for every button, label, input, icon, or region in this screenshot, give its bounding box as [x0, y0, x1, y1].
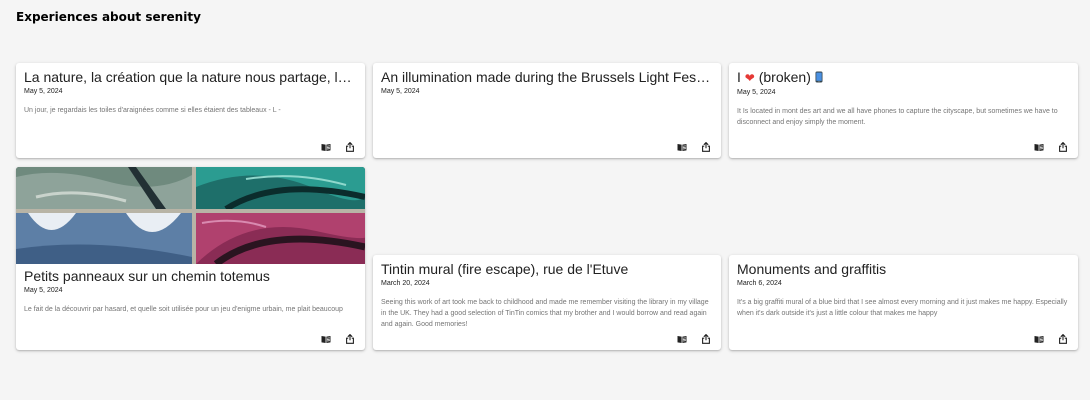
card-date: March 20, 2024 [381, 280, 430, 287]
experience-card[interactable]: La nature, la création que la nature nou… [16, 63, 365, 158]
book-icon[interactable] [677, 142, 687, 152]
share-icon[interactable] [1058, 334, 1068, 344]
card-title[interactable]: La nature, la création que la nature nou… [24, 69, 357, 86]
card-date: May 5, 2024 [24, 287, 63, 294]
share-icon[interactable] [1058, 142, 1068, 152]
card-image[interactable] [16, 167, 365, 264]
share-icon[interactable] [701, 334, 711, 344]
experience-card[interactable]: An illumination made during the Brussels… [373, 63, 721, 158]
card-date: May 5, 2024 [381, 88, 420, 95]
card-actions [677, 142, 711, 152]
card-description: It Is located in mont des art and we all… [737, 108, 1058, 126]
card-title[interactable]: Monuments and graffitis [737, 261, 1070, 278]
book-icon[interactable] [1034, 334, 1044, 344]
title-suffix: (broken) [758, 69, 811, 85]
title-prefix: I [737, 69, 741, 85]
experience-card[interactable]: Tintin mural (fire escape), rue de l'Etu… [373, 255, 721, 350]
share-icon[interactable] [701, 142, 711, 152]
experience-card[interactable]: Monuments and graffitis March 6, 2024 It… [729, 255, 1078, 350]
card-actions [321, 142, 355, 152]
book-icon[interactable] [321, 334, 331, 344]
card-description: Seeing this work of art took me back to … [381, 299, 709, 328]
card-actions [1034, 142, 1068, 152]
card-title[interactable]: Petits panneaux sur un chemin totemus [24, 268, 357, 285]
card-title[interactable]: Tintin mural (fire escape), rue de l'Etu… [381, 261, 713, 278]
experience-card[interactable]: Petits panneaux sur un chemin totemus Ma… [16, 167, 365, 350]
book-icon[interactable] [1034, 142, 1044, 152]
card-actions [1034, 334, 1068, 344]
card-description: Un jour, je regardais les toiles d'araig… [24, 107, 281, 114]
heart-icon: ❤ [744, 71, 755, 85]
card-actions [677, 334, 711, 344]
share-icon[interactable] [345, 142, 355, 152]
page-title: Experiences about serenity [16, 10, 201, 24]
share-icon[interactable] [345, 334, 355, 344]
card-date: May 5, 2024 [24, 88, 63, 95]
card-date: May 5, 2024 [737, 89, 776, 96]
card-date: March 6, 2024 [737, 280, 782, 287]
card-title[interactable]: I ❤ (broken) [737, 69, 1070, 87]
book-icon[interactable] [321, 142, 331, 152]
phone-icon [815, 71, 823, 83]
card-description: Le fait de la découvrir par hasard, et q… [24, 306, 343, 313]
book-icon[interactable] [677, 334, 687, 344]
card-actions [321, 334, 355, 344]
card-description: It's a big graffiti mural of a blue bird… [737, 299, 1068, 317]
experience-card[interactable]: I ❤ (broken) May 5, 2024 It Is located i… [729, 63, 1078, 158]
card-title[interactable]: An illumination made during the Brussels… [381, 69, 713, 86]
